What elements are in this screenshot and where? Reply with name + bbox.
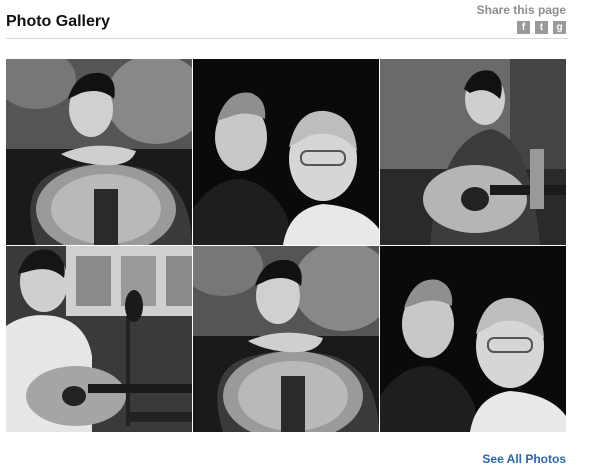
share-icons: f t g — [477, 21, 566, 34]
gallery-photo-6[interactable] — [380, 246, 566, 432]
photo-two-men-portrait-2 — [380, 246, 566, 432]
page-title: Photo Gallery — [6, 13, 111, 30]
gallery-photo-4[interactable] — [6, 246, 192, 432]
share-label: Share this page — [476, 3, 566, 17]
gallery-photo-5[interactable] — [193, 246, 379, 432]
photo-man-leaning-on-guitar — [6, 59, 192, 245]
photo-two-men-portrait — [193, 59, 379, 245]
photo-man-leaning-on-guitar-2 — [193, 246, 379, 432]
gallery-photo-2[interactable] — [193, 59, 379, 245]
photo-guitarist-in-studio — [6, 246, 192, 432]
gallery-photo-1[interactable] — [6, 59, 192, 245]
see-all-photos-link[interactable]: See All Photos — [482, 452, 566, 466]
share-panel: Share this page f t g — [477, 3, 566, 34]
photo-man-playing-guitar — [380, 59, 566, 245]
google-plus-icon[interactable]: g — [553, 21, 566, 34]
gallery-photo-3[interactable] — [380, 59, 566, 245]
photo-grid — [6, 59, 566, 432]
twitter-icon[interactable]: t — [535, 21, 548, 34]
facebook-icon[interactable]: f — [517, 21, 530, 34]
gallery-header: Photo Gallery Share this page f t g — [6, 0, 568, 39]
